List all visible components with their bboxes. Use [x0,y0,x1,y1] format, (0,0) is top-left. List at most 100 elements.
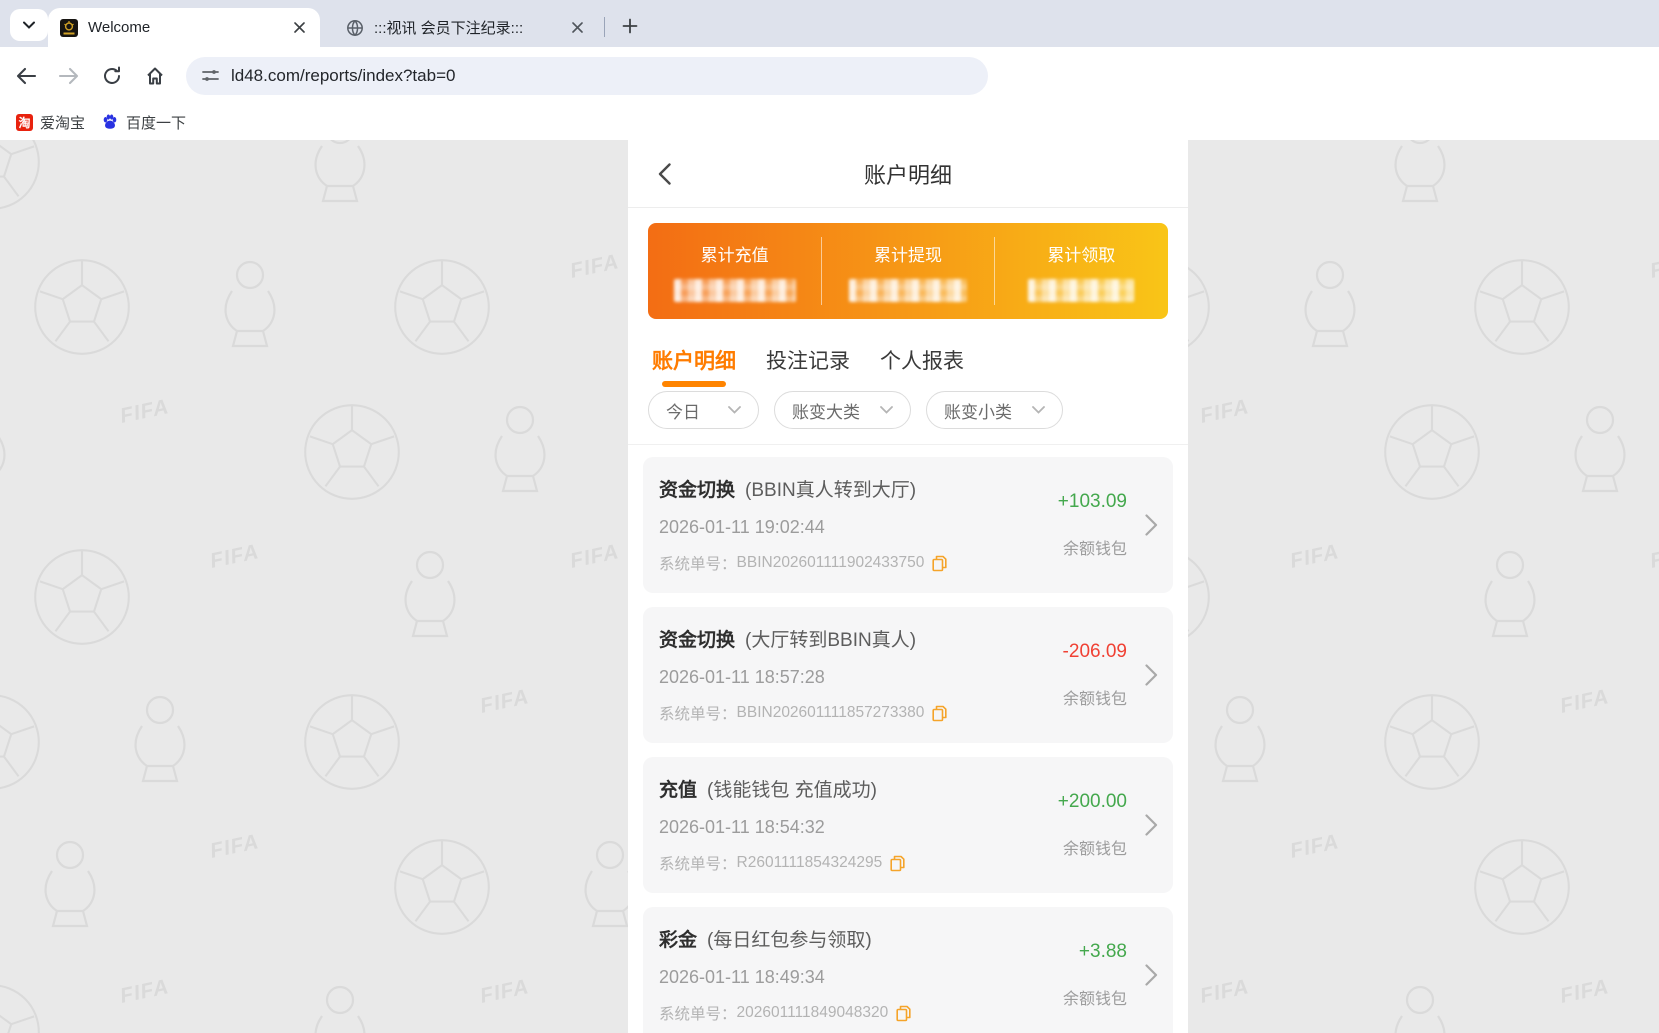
summary-label: 累计提现 [874,241,942,266]
transaction-amount: +103.09 [1058,491,1127,513]
transaction-type: 资金切换 [659,625,735,652]
watermark-item: FIFA [210,545,260,569]
chevron-down-icon [880,406,893,414]
watermark-item [0,140,44,219]
filter-label: 账变小类 [944,398,1012,423]
copy-icon[interactable] [890,855,905,872]
watermark-item: FIFA [1650,255,1659,279]
globe-favicon-icon [346,19,364,37]
chevron-down-icon [1032,406,1045,414]
tab-close-icon[interactable] [568,19,586,37]
page-title: 账户明细 [864,158,952,190]
order-number-label: 系统单号： [659,552,737,574]
transaction-card[interactable]: 资金切换 (大厅转到BBIN真人) 2026-01-11 18:57:28 系统… [643,607,1173,743]
forward-button[interactable] [52,59,86,93]
chevron-right-icon[interactable] [1145,964,1158,986]
watermark-item [1560,400,1640,505]
tab-personal-report[interactable]: 个人报表 [880,345,964,389]
chevron-right-icon[interactable] [1145,664,1158,686]
watermark-item: FIFA [570,545,620,569]
bookmark-taobao[interactable]: 淘 爱淘宝 [16,112,85,133]
tab-label: 个人报表 [880,350,964,373]
filter-date-dropdown[interactable]: 今日 [648,391,759,429]
chevron-down-icon [728,406,741,414]
watermark-item [480,400,560,505]
copy-icon[interactable] [932,705,947,722]
transaction-detail: (钱能钱包 充值成功) [707,775,877,802]
summary-divider [994,237,995,305]
url-bar[interactable]: ld48.com/reports/index?tab=0 [186,57,988,95]
watermark-item [300,690,404,799]
order-number: BBIN202601111857273380 [737,704,925,722]
transaction-detail: (大厅转到BBIN真人) [745,625,916,652]
watermark-item [0,690,44,799]
transaction-card[interactable]: 充值 (钱能钱包 充值成功) 2026-01-11 18:54:32 系统单号：… [643,757,1173,893]
watermark-item [1200,690,1280,795]
new-tab-button[interactable] [616,12,644,40]
transaction-card[interactable]: 彩金 (每日红包参与领取) 2026-01-11 18:49:34 系统单号： … [643,907,1173,1033]
bookmark-baidu[interactable]: 百度一下 [101,112,186,133]
watermark-item [0,980,44,1033]
tab-account-details[interactable]: 账户明细 [652,345,736,389]
watermark-item [1650,835,1659,940]
reload-button[interactable] [95,59,129,93]
transaction-detail: (BBIN真人转到大厅) [745,475,916,502]
watermark-item [390,255,494,364]
tab-title: Welcome [88,19,290,36]
transaction-amount: +3.88 [1079,941,1127,963]
plus-icon [622,18,638,34]
wallet-label: 余额钱包 [1063,985,1127,1009]
browser-tab-welcome[interactable]: Welcome [48,8,320,47]
watermark-item [1470,545,1550,650]
tab-label: 投注记录 [766,350,850,373]
watermark-item: FIFA [1200,400,1250,424]
order-number-label: 系统单号： [659,852,737,874]
watermark-item: FIFA [1650,545,1659,569]
watermark-item: FIFA [480,980,530,1004]
watermark-item [30,545,134,654]
wallet-label: 余额钱包 [1063,685,1127,709]
home-button[interactable] [138,59,172,93]
filter-minor-category-dropdown[interactable]: 账变小类 [926,391,1063,429]
watermark-item [390,835,494,944]
filter-major-category-dropdown[interactable]: 账变大类 [774,391,911,429]
watermark-item: FIFA [120,980,170,1004]
browser-toolbar: ld48.com/reports/index?tab=0 [0,47,1659,104]
watermark-item [1380,140,1460,215]
back-arrow-button[interactable] [652,162,676,186]
tab-search-button[interactable] [10,9,48,41]
transaction-list: 资金切换 (BBIN真人转到大厅) 2026-01-11 19:02:44 系统… [628,445,1188,1033]
browser-tab-records[interactable]: :::视讯 会员下注纪录::: [336,8,596,47]
tab-close-icon[interactable] [290,19,308,37]
summary-total-withdraw: 累计提现 [821,223,994,319]
chevron-left-icon [658,163,671,185]
filter-row: 今日 账变大类 账变小类 [628,389,1188,445]
watermark-item: FIFA [120,400,170,424]
summary-divider [821,237,822,305]
transaction-type: 彩金 [659,925,697,952]
watermark-item [0,400,20,505]
watermark-item [1380,400,1484,509]
copy-icon[interactable] [932,555,947,572]
transaction-card[interactable]: 资金切换 (BBIN真人转到大厅) 2026-01-11 19:02:44 系统… [643,457,1173,593]
chevron-right-icon[interactable] [1145,514,1158,536]
watermark-item [1470,255,1574,364]
chevron-right-icon[interactable] [1145,814,1158,836]
tab-bet-records[interactable]: 投注记录 [766,345,850,389]
watermark-item: FIFA [480,690,530,714]
wallet-label: 余额钱包 [1063,835,1127,859]
copy-icon[interactable] [896,1005,911,1022]
watermark-item: FIFA [210,835,260,859]
filter-label: 账变大类 [792,398,860,423]
watermark-item [1380,980,1460,1033]
back-button[interactable] [9,59,43,93]
order-number: 202601111849048320 [737,1004,889,1022]
report-tabs: 账户明细 投注记录 个人报表 [628,319,1188,389]
watermark-item: FIFA [1200,980,1250,1004]
bookmarks-bar: 淘 爱淘宝 百度一下 [0,104,1659,140]
tab-label: 账户明细 [652,350,736,373]
watermark-item: FIFA [1290,545,1340,569]
summary-total-deposit: 累计充值 [648,223,821,319]
order-number: BBIN202601111902433750 [737,554,925,572]
baidu-paw-icon [101,113,119,131]
